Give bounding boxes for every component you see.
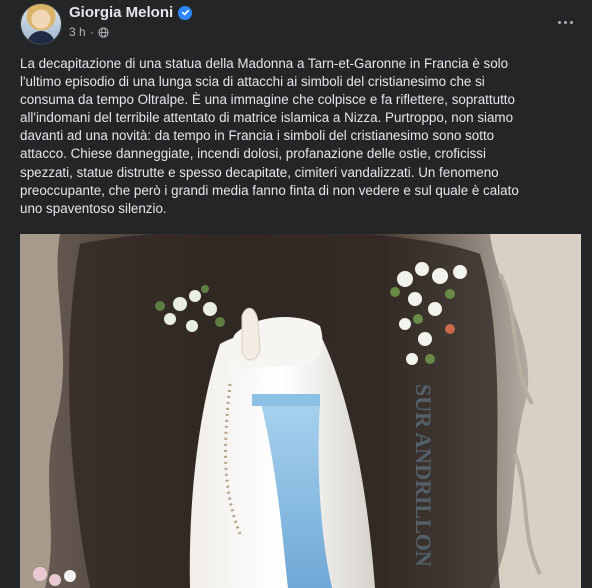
post-header: Giorgia Meloni 3 h · (0, 0, 592, 50)
facebook-post: Giorgia Meloni 3 h · La decapitazione di… (0, 0, 592, 588)
photo-plaque-text: SUR ANDRILLON (411, 384, 436, 567)
more-options-icon-dot (563, 20, 567, 24)
post-photo[interactable]: SUR ANDRILLON (20, 234, 581, 588)
post-text: La decapitazione di una statua della Mad… (20, 56, 519, 216)
more-options-button[interactable] (551, 12, 579, 32)
photo-headless-statue: SUR ANDRILLON (20, 234, 581, 588)
author-avatar[interactable] (20, 3, 62, 45)
avatar-figure (27, 31, 55, 44)
verified-badge-icon (178, 5, 193, 20)
meta-separator: · (89, 25, 94, 39)
author-name-row: Giorgia Meloni (69, 4, 193, 21)
author-name[interactable]: Giorgia Meloni (69, 4, 173, 21)
more-options-icon-dot (569, 20, 573, 24)
post-timestamp[interactable]: 3 h (69, 25, 86, 39)
globe-icon (98, 26, 109, 38)
more-options-icon (557, 20, 561, 24)
post-meta: 3 h · (69, 25, 109, 39)
